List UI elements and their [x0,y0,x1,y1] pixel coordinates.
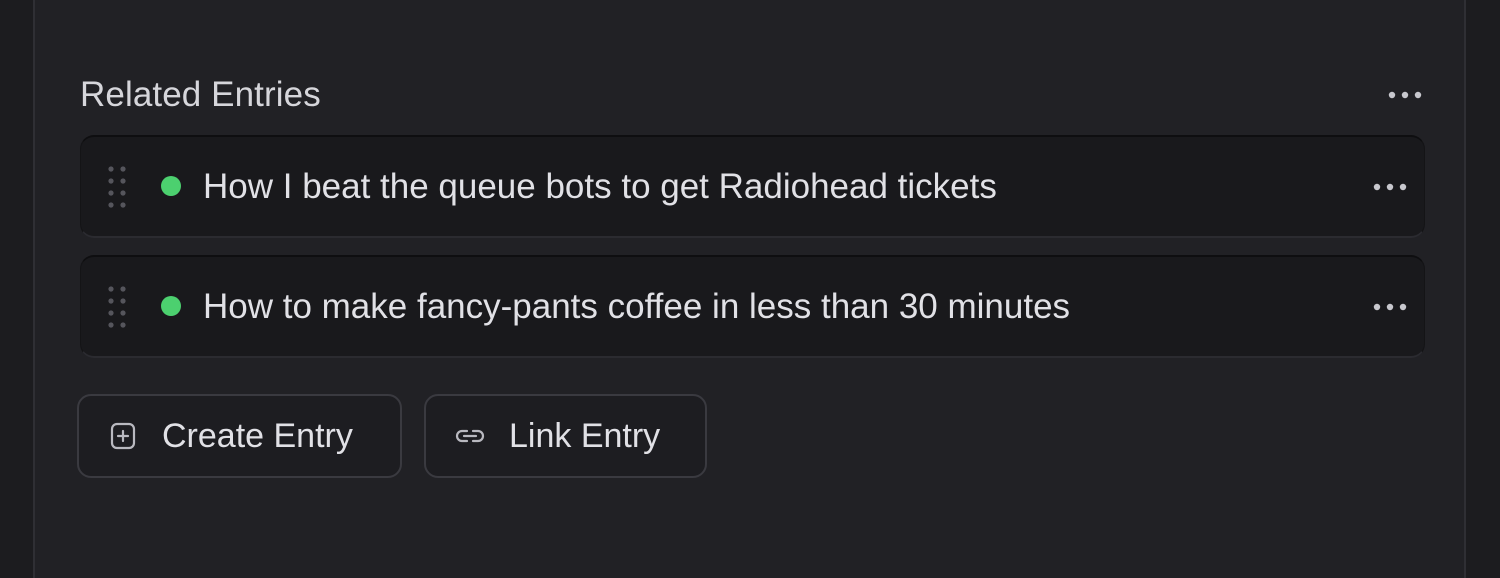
link-entry-button[interactable]: Link Entry [424,394,707,478]
entry-more-button[interactable] [1370,172,1410,202]
related-entries-header: Related Entries [80,72,1425,118]
ellipsis-icon [1373,183,1407,191]
entry-card[interactable]: How I beat the queue bots to get Radiohe… [80,135,1425,238]
section-more-button[interactable] [1385,80,1425,110]
drag-handle-icon [108,286,126,328]
create-entry-button[interactable]: Create Entry [77,394,402,478]
app-background: Related Entries How I beat the queue bot… [0,0,1500,578]
ellipsis-icon [1388,91,1422,99]
entry-editor-panel: Related Entries How I beat the queue bot… [33,0,1466,578]
related-entries-list: How I beat the queue bots to get Radiohe… [80,135,1425,375]
entry-title[interactable]: How to make fancy-pants coffee in less t… [203,285,1070,329]
section-title: Related Entries [80,75,321,114]
create-entry-label: Create Entry [162,417,353,455]
link-icon [453,419,487,453]
entry-actions: Create Entry Link Entry [77,394,707,478]
drag-handle-icon [108,166,126,208]
entry-title[interactable]: How I beat the queue bots to get Radiohe… [203,165,997,209]
drag-handle[interactable] [107,165,127,209]
link-entry-label: Link Entry [509,417,661,455]
status-badge [161,176,181,196]
entry-card[interactable]: How to make fancy-pants coffee in less t… [80,255,1425,358]
entry-more-button[interactable] [1370,292,1410,322]
plus-square-icon [106,419,140,453]
status-badge [161,296,181,316]
ellipsis-icon [1373,303,1407,311]
drag-handle[interactable] [107,285,127,329]
